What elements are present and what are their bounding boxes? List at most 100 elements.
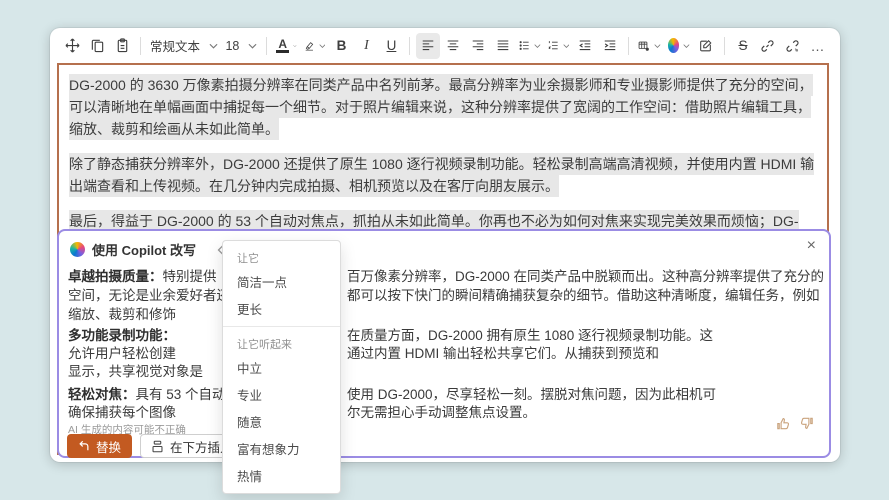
toolbar-separator (140, 36, 141, 55)
align-left-button[interactable] (416, 32, 441, 59)
more-label: … (810, 37, 826, 54)
rewrite-button[interactable] (694, 33, 718, 59)
selected-text: 除了静态捕获分辨率外，DG-2000 还提供了原生 1080 逐行视频录制功能。… (69, 153, 815, 197)
strikethrough-label: S (738, 38, 748, 53)
highlight-button[interactable] (301, 33, 328, 59)
decrease-indent-button[interactable] (573, 33, 597, 59)
increase-indent-icon (605, 40, 616, 51)
align-right-button[interactable] (466, 33, 490, 59)
increase-indent-button[interactable] (598, 33, 622, 59)
paste-clipboard-icon (117, 38, 127, 53)
menu-divider (223, 326, 340, 327)
thumbs-down-icon[interactable] (800, 416, 815, 431)
document-paragraph: 除了静态捕获分辨率外，DG-2000 还提供了原生 1080 逐行视频录制功能。… (69, 153, 817, 197)
copy-icon (91, 39, 103, 53)
toolbar-separator (723, 36, 725, 55)
underline-label: U (386, 38, 397, 53)
menu-item-imaginative[interactable]: 富有想象力 (223, 435, 340, 462)
replace-label: 替换 (96, 440, 122, 455)
rewrite-text-fragment: 显示，共享视觉对象是 (68, 364, 203, 379)
menu-item-enthusiastic[interactable]: 热情 (223, 462, 340, 489)
chevron-down-icon (534, 43, 541, 48)
menu-item-longer[interactable]: 更长 (223, 295, 340, 322)
font-size-dropdown[interactable]: 18 (222, 33, 260, 59)
table-icon (639, 41, 650, 51)
copilot-rewrite-panel: 使用 Copilot 改写 1/3 × 卓越拍摄质量：特别提供 百万像素分辨率，… (57, 229, 831, 458)
rewrite-text-fragment: 确保捕获每个图像 (68, 405, 176, 420)
selected-text: DG-2000 的 3630 万像素拍摄分辨率在同类产品中名列前茅。最高分辨率为… (69, 74, 813, 140)
unlink-button[interactable] (781, 33, 805, 59)
align-center-icon (448, 40, 459, 51)
chevron-down-icon (209, 43, 218, 49)
close-icon[interactable]: × (807, 237, 816, 255)
numbered-list-icon (548, 41, 558, 50)
replace-arrow-icon (79, 440, 89, 451)
chevron-down-icon (562, 43, 570, 48)
copilot-icon (667, 38, 680, 53)
link-button[interactable] (756, 33, 780, 59)
rewrite-text-fragment: 在质量方面，DG-2000 拥有原生 1080 逐行视频录制功能。这 (347, 328, 714, 343)
copy-button[interactable] (85, 33, 109, 59)
copilot-button[interactable] (665, 33, 693, 59)
strikethrough-button[interactable]: S (731, 33, 755, 59)
rewrite-text-fragment: 通过内置 HDMI 输出轻松共享它们。从捕获到预览和 (347, 346, 659, 361)
move-handle[interactable] (60, 33, 84, 59)
table-button[interactable] (635, 33, 663, 59)
replace-button[interactable]: 替换 (67, 434, 133, 458)
thumbs-up-icon[interactable] (775, 416, 790, 431)
bold-label: B (336, 38, 347, 53)
copilot-panel-title: 使用 Copilot 改写 (92, 243, 196, 258)
justify-icon (498, 40, 509, 51)
menu-item-more-concise[interactable]: 简洁一点 (223, 268, 340, 295)
highlighter-icon (305, 41, 314, 51)
menu-item-professional[interactable]: 专业 (223, 381, 340, 408)
unlink-icon (786, 39, 799, 52)
rewrite-text-fragment: 都可以按下快门的瞬间精确捕获复杂的细节。借助这种清晰度，编辑任务，例如 (347, 288, 820, 303)
move-icon (65, 38, 79, 53)
italic-button[interactable]: I (354, 33, 378, 59)
chevron-down-icon (318, 43, 326, 48)
copilot-logo-icon (70, 242, 85, 257)
font-color-icon: A (276, 38, 290, 53)
style-dropdown[interactable]: 常规文本 (147, 33, 221, 59)
edit-pen-icon (700, 39, 712, 51)
underline-button[interactable]: U (379, 33, 403, 59)
align-center-button[interactable] (441, 33, 465, 59)
toolbar-separator (409, 36, 411, 55)
rewrite-text-fragment: 缩放、裁剪和修饰 (68, 307, 176, 322)
rewrite-text-fragment: 卓越拍摄质量：特别提供 (68, 269, 217, 284)
bullet-list-button[interactable] (516, 33, 543, 59)
toolbar-separator (628, 36, 630, 55)
decrease-indent-icon (579, 40, 591, 51)
more-options-button[interactable]: … (806, 33, 830, 59)
document-paragraph: DG-2000 的 3630 万像素拍摄分辨率在同类产品中名列前茅。最高分辨率为… (69, 74, 817, 140)
link-icon (761, 39, 774, 52)
bullet-list-icon (520, 41, 530, 50)
insert-below-icon (152, 440, 163, 452)
align-right-icon (473, 40, 484, 51)
menu-section-make-it-sound: 让它听起来 (237, 339, 292, 351)
font-color-button[interactable]: A (273, 33, 300, 59)
chevron-down-icon (293, 44, 297, 47)
rewrite-text-fragment: 尔无需担心手动调整焦点设置。 (347, 405, 536, 420)
menu-item-neutral[interactable]: 中立 (223, 354, 340, 381)
menu-section-make-it: 让它 (237, 253, 259, 265)
rewrite-text-fragment: 使用 DG-2000，尽享轻松一刻。摆脱对焦问题，因为此相机可 (347, 387, 717, 402)
italic-label: I (364, 37, 369, 53)
style-dropdown-value: 常规文本 (150, 40, 201, 54)
feedback-buttons (775, 416, 815, 431)
justify-button[interactable] (491, 33, 515, 59)
formatting-toolbar: 常规文本 18 A B I U S … (50, 28, 840, 63)
bold-button[interactable]: B (329, 33, 353, 59)
toolbar-separator (266, 36, 268, 55)
numbered-list-button[interactable] (545, 33, 572, 59)
rewrite-text-fragment: 多功能录制功能： (68, 328, 176, 343)
chevron-down-icon (248, 43, 257, 49)
menu-item-casual[interactable]: 随意 (223, 408, 340, 435)
rewrite-text-fragment: 允许用户轻松创建 (68, 346, 176, 361)
rewrite-text-fragment: 百万像素分辨率，DG-2000 在同类产品中脱颖而出。这种高分辨率提供了充分的 (347, 269, 825, 284)
rewrite-options-menu: 让它 简洁一点 更长 让它听起来 中立 专业 随意 富有想象力 热情 (222, 240, 341, 494)
word-window: 常规文本 18 A B I U S … DG-2000 的 3630 万像素拍摄… (50, 28, 840, 462)
chevron-down-icon (654, 43, 661, 48)
paste-button[interactable] (110, 33, 134, 59)
